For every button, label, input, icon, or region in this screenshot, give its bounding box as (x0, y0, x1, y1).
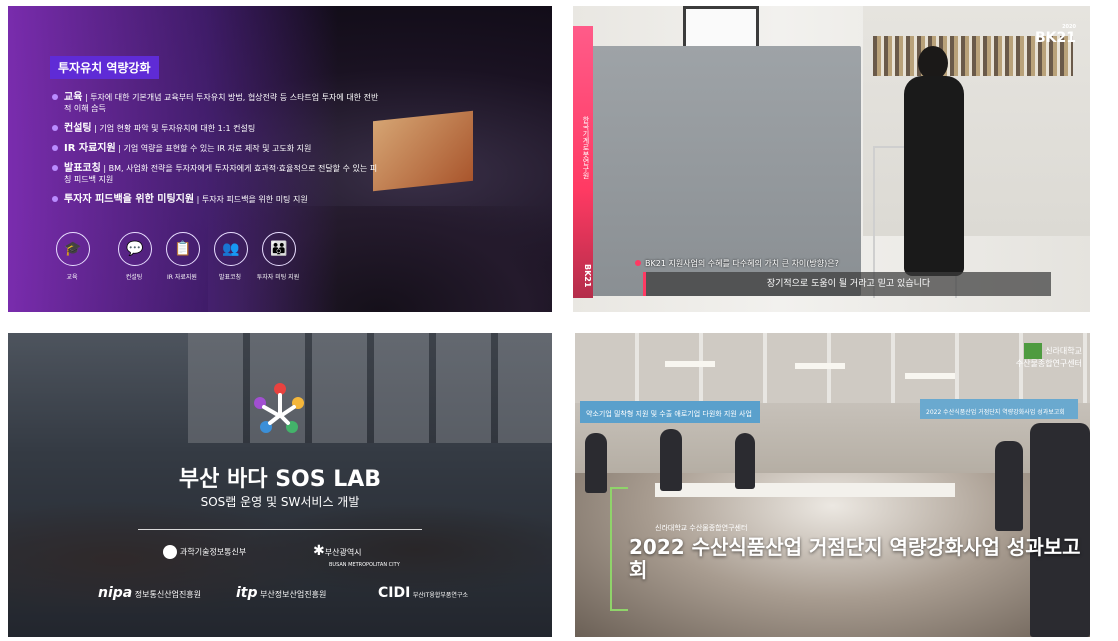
item-text: 기업 현황 파악 및 투자유치에 대한 1:1 컨설팅 (99, 124, 256, 133)
list-item: IR 자료지원 | 기업 역량을 표현할 수 있는 IR 자료 제작 및 고도화… (52, 143, 382, 154)
bullet-icon (52, 165, 58, 171)
subtitle-text: 장기적으로 도움이 될 거라고 믿고 있습니다 (766, 279, 931, 289)
tablecloth (655, 483, 955, 497)
person-body (904, 76, 964, 276)
logo-text: BK21 (1034, 30, 1076, 46)
item-text: 기업 역량을 표현할 수 있는 IR 자료 제작 및 고도화 지원 (123, 144, 312, 153)
document-icon: 📋 (166, 232, 200, 266)
banner-left: 약소기업 밀착형 지원 및 수출 애로기업 다원화 지원 사업 (580, 401, 760, 423)
question-text: BK21 지원사업의 수혜를 다수혜의 가치 큰 차이(방향)은? (645, 259, 839, 268)
card-subtitle: 신라대학교 수산물종합연구센터 (655, 524, 748, 532)
list-item: 교육 | 투자에 대한 기본개념 교육부터 투자유치 방법, 협상전략 등 스타… (52, 92, 382, 114)
attendee (585, 433, 607, 493)
item-head: 컨설팅 (64, 123, 92, 134)
ceiling-light (905, 373, 955, 379)
icon-label: 발표코칭 (218, 274, 242, 281)
chat-icon: 💬 (118, 232, 152, 266)
bullet-icon (52, 94, 58, 100)
attendee (660, 429, 682, 491)
icon-label: 컨설팅 (125, 274, 143, 281)
icon-label: 투자자 미팅 지원 (256, 274, 300, 281)
msit-logo: 과학기술정보통신부 (163, 545, 246, 559)
list-item: 컨설팅 | 기업 현황 파악 및 투자유치에 대한 1:1 컨설팅 (52, 123, 382, 134)
sos-lab-title-card: 부산 바다 SOS LAB SOS랩 운영 및 SW서비스 개발 과학기술정보통… (8, 333, 552, 637)
icon-label: 교육 (66, 274, 78, 281)
attendee (995, 441, 1023, 531)
attendee (735, 433, 755, 489)
attendee (1030, 423, 1090, 637)
subtitle-bar: 장기적으로 도움이 될 거라고 믿고 있습니다 (643, 272, 1051, 296)
ceiling-light (795, 363, 845, 369)
strip-logo: BK21 (583, 264, 592, 288)
person-head (918, 46, 948, 80)
conference-hall-title-card: 약소기업 밀착형 지원 및 수출 애로기업 다원화 지원 사업 2022 수산식… (575, 333, 1090, 637)
interviewee (898, 46, 968, 296)
icon-row: 🎓 교육 💬 컨설팅 📋 IR 자료지원 👥 발표코칭 👪 투자자 미팅 지원 (56, 232, 336, 292)
divider (138, 529, 422, 530)
item-head: 교육 (64, 92, 83, 103)
card-title: 2022 수산식품산업 거점단지 역량강화사업 성과보고회 (629, 535, 1081, 582)
item-text: 투자자 피드백을 위한 미팅 지원 (201, 195, 308, 204)
pink-strip: 한국기계로봇연구원 BK21 (573, 26, 593, 298)
ceiling-light (665, 361, 715, 367)
presenter-icon: 👥 (214, 232, 248, 266)
list-item: 발표코칭 | BM, 사업화 전략을 투자자에게 투자자에게 효과적·효율적으로… (52, 163, 382, 185)
investment-training-slide: 투자유치 역량강화 교육 | 투자에 대한 기본개념 교육부터 투자유치 방법,… (8, 6, 552, 312)
card-title: 부산 바다 SOS LAB (178, 467, 382, 492)
graduation-cap-icon: 🎓 (56, 232, 90, 266)
icon-label: IR 자료지원 (167, 274, 197, 281)
bullet-icon (52, 145, 58, 151)
silla-university-logo: 신라대학교 수산물종합연구센터 (1016, 343, 1082, 368)
bullet-icon (52, 196, 58, 202)
university-mark-icon (1024, 343, 1043, 359)
bk21-logo: 2020 BK21 (1035, 24, 1076, 46)
bullet-icon (52, 125, 58, 131)
nipa-logo: nipa 정보통신산업진흥원 (98, 585, 202, 601)
cidi-logo: CIDI 부산IT융합부품연구소 (378, 585, 468, 601)
banner-right: 2022 수산식품산업 거점단지 역량강화사업 성과보고회 (920, 399, 1078, 419)
vertical-label: 한국기계로봇연구원 (582, 116, 590, 179)
itp-logo: itp 부산정보산업진흥원 (236, 585, 327, 601)
item-head: IR 자료지원 (64, 143, 116, 154)
item-text: 투자에 대한 기본개념 교육부터 투자유치 방법, 협상전략 등 스타트업 투자… (64, 93, 379, 113)
busan-logo: ✱부산광역시 BUSAN METROPOLITAN CITY (313, 543, 400, 568)
interview-frame: 한국기계로봇연구원 BK21 2020 BK21 BK21 지원사업의 수혜를 다… (573, 6, 1090, 312)
busan-mark-icon: ✱ (313, 543, 325, 559)
card-subtitle: SOS랩 운영 및 SW서비스 개발 (200, 495, 360, 509)
program-list: 교육 | 투자에 대한 기본개념 교육부터 투자유치 방법, 협상전략 등 스타… (52, 92, 382, 214)
list-item: 투자자 피드백을 위한 미팅지원 | 투자자 피드백을 위한 미팅 지원 (52, 194, 382, 205)
slide-title: 투자유치 역량강화 (50, 56, 159, 79)
sos-lab-logo-icon (254, 383, 304, 433)
projection-screen (373, 110, 473, 192)
emblem-icon (163, 545, 177, 559)
question-dot-icon (635, 260, 641, 266)
green-bracket (610, 487, 628, 611)
interview-question: BK21 지원사업의 수혜를 다수혜의 가치 큰 차이(방향)은? (635, 258, 839, 269)
item-text: BM, 사업화 전략을 투자자에게 투자자에게 효과적·효율적으로 전달할 수 … (64, 164, 378, 184)
item-head: 발표코칭 (64, 163, 101, 174)
item-head: 투자자 피드백을 위한 미팅지원 (64, 194, 195, 205)
meeting-icon: 👪 (262, 232, 296, 266)
